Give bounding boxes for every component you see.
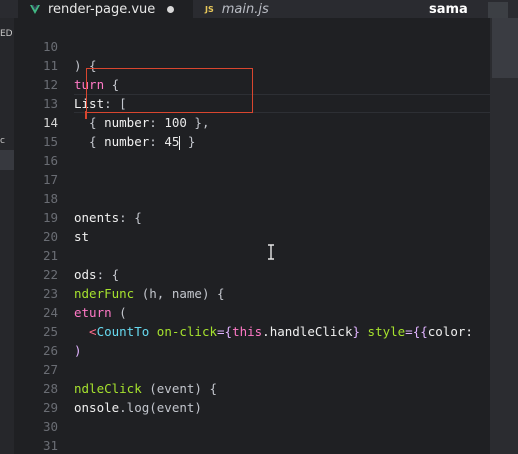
code-line: 12 List: [ [14, 56, 490, 111]
code-line: 31 pt> [14, 417, 490, 453]
code-line: 19 st [14, 189, 490, 244]
blurred-region [488, 2, 508, 18]
explorer-sidebar: ED c [0, 18, 14, 454]
sidebar-item-label[interactable]: c [0, 136, 5, 146]
code-line: 13 { number: 100 }, [14, 75, 490, 130]
minimap-slider[interactable] [492, 18, 518, 78]
code-line: 16 [14, 132, 490, 168]
code-line: 21 ods: { [14, 227, 490, 282]
annotation-marker [85, 111, 87, 119]
code-line: 20 [14, 208, 490, 244]
code-line: 18 onents: { [14, 170, 490, 225]
code-line: 32 [14, 436, 490, 454]
code-line: 29 [14, 379, 490, 415]
code-editor[interactable]: 10 ) { 11 turn { 12 List: [ 13 { number:… [14, 18, 490, 454]
tab-bar: render-page.vue JS main.js sama [0, 0, 518, 19]
sidebar-item-label[interactable]: ED [0, 29, 13, 39]
minimap[interactable] [490, 18, 518, 454]
code-line: 25 ) [14, 303, 490, 358]
vue-icon [30, 4, 40, 14]
tab-label: render-page.vue [48, 1, 156, 17]
editor-window: render-page.vue JS main.js sama ED c 10 … [0, 0, 518, 454]
code-line: 10 ) { [14, 18, 490, 73]
code-line: 27 ndleClick (event) { [14, 341, 490, 396]
code-line: 23 eturn ( [14, 265, 490, 320]
code-line: 26 [14, 322, 490, 358]
code-line: 17 [14, 151, 490, 187]
sidebar-selected-item[interactable] [0, 150, 14, 170]
js-icon: JS [205, 4, 214, 14]
tab-label: sama [429, 1, 468, 17]
code-line: 28 onsole.log(event) [14, 360, 490, 415]
tab-label: main.js [221, 1, 269, 17]
code-line: 30 [14, 398, 490, 434]
unsaved-dot-icon[interactable] [167, 5, 175, 13]
code-line: 11 turn { [14, 37, 490, 92]
ibeam-cursor-icon [266, 244, 276, 260]
tab-render-page-vue[interactable]: render-page.vue [18, 0, 193, 18]
tab-main-js[interactable]: JS main.js [193, 0, 403, 18]
code-line: 22 nderFunc (h, name) { [14, 246, 490, 301]
code-line: 24 <CountTo on-click={this.handleClick} … [14, 284, 490, 339]
